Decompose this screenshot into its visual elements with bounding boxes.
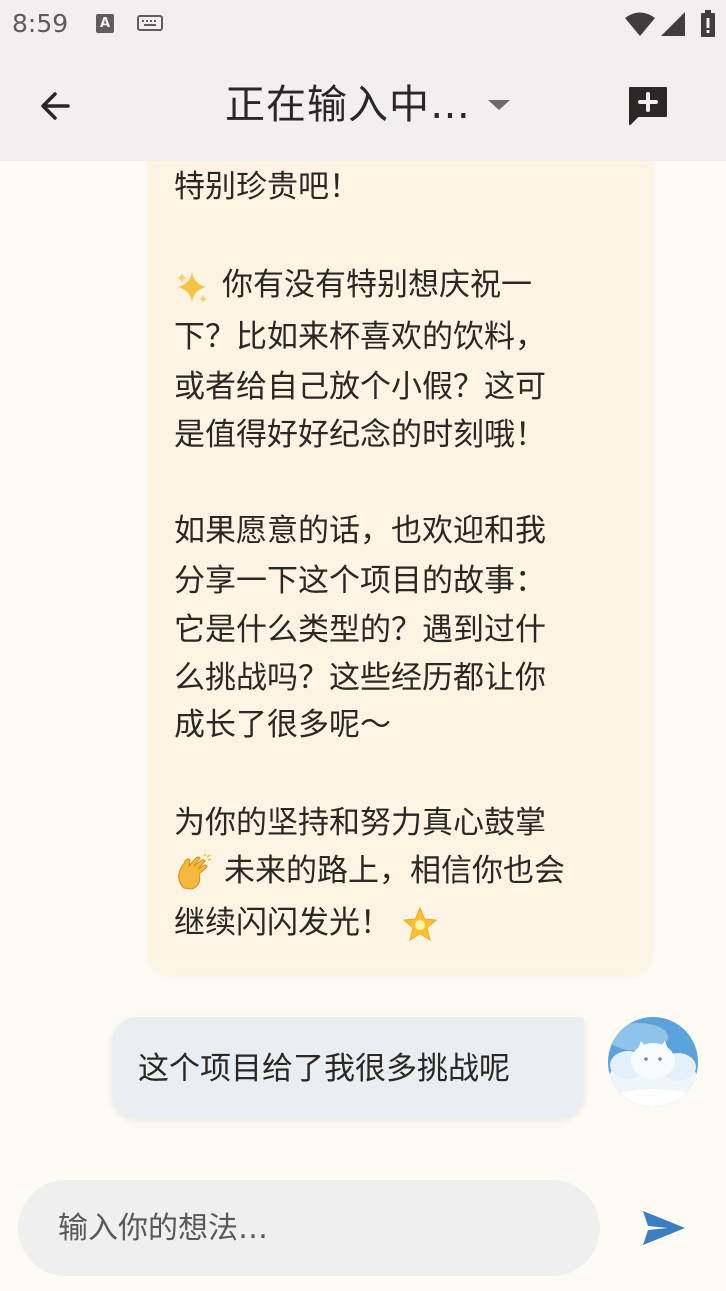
bot-message-text: 你有没有特别想庆祝一	[222, 267, 532, 303]
bot-message-line: 你有没有特别想庆祝一	[174, 264, 532, 306]
signal-icon	[661, 12, 685, 36]
bot-message-line: 是值得好好纪念的时刻哦！	[174, 417, 546, 453]
bot-message-line: 分享一下这个项目的故事：	[174, 563, 546, 599]
app-bar: 正在输入中…	[0, 48, 726, 161]
bot-message-line: 为你的坚持和努力真心鼓掌	[174, 805, 546, 841]
message-input-placeholder[interactable]: 输入你的想法…	[58, 1208, 268, 1250]
user-message-text: 这个项目给了我很多挑战呢	[138, 1051, 510, 1087]
send-icon[interactable]	[640, 1208, 688, 1248]
bot-message-line: 继续闪闪发光！	[174, 902, 439, 944]
bot-message-line: 么挑战吗？这些经历都让你	[174, 660, 546, 696]
bot-message-text: 继续闪闪发光！	[174, 905, 391, 941]
glowing-star-icon	[402, 906, 438, 941]
status-time: 8:59	[12, 9, 69, 38]
bot-message-line: 下？比如来杯喜欢的饮料，	[174, 319, 546, 355]
clapping-hands-icon	[178, 853, 212, 890]
page-title[interactable]: 正在输入中…	[225, 78, 471, 132]
status-bar: 8:59 A	[0, 0, 726, 48]
bot-message-line: 成长了很多呢～	[174, 707, 391, 743]
bot-message-line: 或者给自己放个小假？这可	[174, 369, 546, 405]
cloud-cat-avatar[interactable]	[608, 1017, 698, 1107]
bot-message-line: 它是什么类型的？遇到过什	[174, 612, 546, 648]
bot-message-text: 未来的路上，相信你也会	[224, 853, 565, 889]
back-arrow-icon[interactable]	[36, 86, 76, 126]
text-a-icon: A	[96, 14, 114, 33]
bot-message-line: 如果愿意的话，也欢迎和我	[174, 513, 546, 549]
caret-down-icon[interactable]	[486, 98, 512, 112]
new-message-icon[interactable]	[624, 82, 672, 130]
battery-icon	[701, 10, 715, 37]
bot-message-line: 特别珍贵吧！	[174, 169, 360, 205]
bot-message-line: 未来的路上，相信你也会	[174, 850, 565, 892]
keyboard-icon	[137, 15, 163, 31]
wifi-icon	[625, 12, 655, 36]
sparkles-icon	[177, 271, 207, 303]
